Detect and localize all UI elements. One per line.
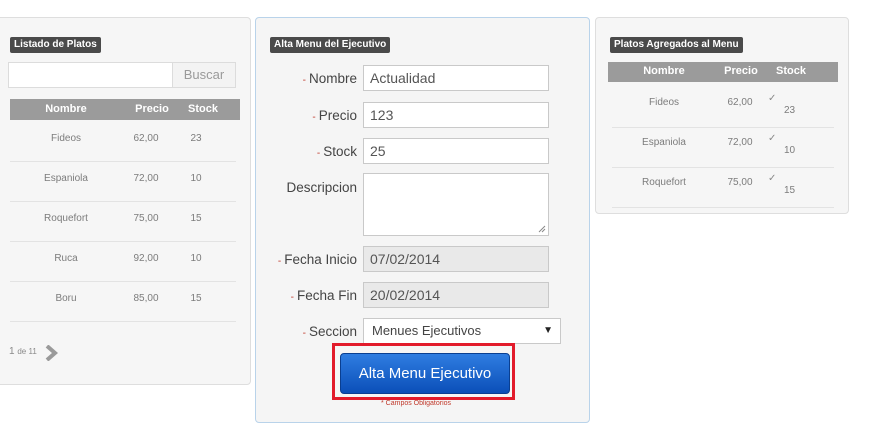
pagination-total: de 11 bbox=[17, 347, 37, 356]
cell-price: 72,00 bbox=[727, 137, 753, 148]
table-row[interactable]: Roquefort 75,00 15 bbox=[10, 202, 236, 242]
nombre-label: - Nombre bbox=[302, 71, 357, 86]
cell-stock: 10 bbox=[784, 145, 796, 156]
cell-price: 75,00 bbox=[133, 213, 159, 224]
cell-name: Fideos bbox=[648, 97, 679, 108]
search-input[interactable] bbox=[8, 62, 172, 88]
fecha-fin-field[interactable]: 20/02/2014 bbox=[363, 282, 549, 308]
cell-name: Roquefort bbox=[642, 177, 686, 188]
header-stock[interactable]: Stock bbox=[766, 62, 816, 81]
alta-menu-ejecutivo-button[interactable]: Alta Menu Ejecutivo bbox=[340, 353, 510, 394]
check-icon[interactable]: ✓ bbox=[768, 134, 776, 144]
cell-stock: 15 bbox=[190, 293, 202, 304]
stock-field[interactable]: 25 bbox=[363, 138, 549, 164]
table-row[interactable]: Fideos 62,00 ✓ 23 bbox=[612, 88, 834, 128]
cell-price: 62,00 bbox=[727, 97, 753, 108]
pagination-info: 1 de 11 bbox=[9, 346, 37, 357]
dish-table-header: Nombre Precio Stock bbox=[10, 99, 240, 120]
chevron-right-icon[interactable] bbox=[44, 345, 58, 361]
descripcion-label: Descripcion bbox=[286, 180, 357, 195]
header-price[interactable]: Precio bbox=[122, 99, 182, 120]
cell-stock: 23 bbox=[190, 133, 202, 144]
nombre-field[interactable]: Actualidad bbox=[363, 65, 549, 91]
cell-stock: 23 bbox=[784, 105, 796, 116]
fecha-inicio-label: - Fecha Inicio bbox=[277, 252, 357, 267]
table-row[interactable]: Roquefort 75,00 ✓ 15 bbox=[612, 168, 834, 208]
pagination-current: 1 bbox=[9, 346, 15, 357]
descripcion-textarea[interactable] bbox=[363, 173, 549, 236]
executive-menu-form-panel: Alta Menu del Ejecutivo - Nombre Actualid… bbox=[255, 17, 590, 423]
table-row[interactable]: Ruca 92,00 10 bbox=[10, 242, 236, 282]
stock-label: - Stock bbox=[316, 144, 357, 159]
header-name[interactable]: Nombre bbox=[10, 99, 122, 120]
form-title: Alta Menu del Ejecutivo bbox=[270, 37, 391, 53]
seccion-value: Menues Ejecutivos bbox=[372, 323, 482, 338]
precio-label: - Precio bbox=[312, 108, 357, 123]
added-table-header: Nombre Precio Stock bbox=[608, 62, 838, 82]
required-fields-note: * Campos Obligatorios bbox=[381, 400, 452, 407]
dish-list-title: Listado de Platos bbox=[10, 37, 101, 53]
header-name[interactable]: Nombre bbox=[608, 62, 720, 81]
check-icon[interactable]: ✓ bbox=[768, 94, 776, 104]
table-row[interactable]: Boru 85,00 15 bbox=[10, 282, 236, 322]
cell-name: Fideos bbox=[50, 133, 81, 144]
added-dishes-title: Platos Agregados al Menu bbox=[610, 37, 743, 53]
table-row[interactable]: Espaniola 72,00 10 bbox=[10, 162, 236, 202]
cell-name: Boru bbox=[55, 293, 77, 304]
header-stock[interactable]: Stock bbox=[178, 99, 228, 120]
search-button[interactable]: Buscar bbox=[172, 62, 236, 88]
seccion-select[interactable]: Menues Ejecutivos ▼ bbox=[363, 318, 561, 344]
cell-name: Espaniola bbox=[642, 137, 686, 148]
table-row[interactable]: Fideos 62,00 23 bbox=[10, 122, 236, 162]
cell-price: 75,00 bbox=[727, 177, 753, 188]
added-dishes-panel: Platos Agregados al Menu Nombre Precio S… bbox=[595, 17, 849, 214]
check-icon[interactable]: ✓ bbox=[768, 174, 776, 184]
cell-stock: 15 bbox=[190, 213, 202, 224]
table-row[interactable]: Espaniola 72,00 ✓ 10 bbox=[612, 128, 834, 168]
cell-price: 92,00 bbox=[133, 253, 159, 264]
cell-stock: 15 bbox=[784, 185, 796, 196]
fecha-inicio-field[interactable]: 07/02/2014 bbox=[363, 246, 549, 272]
cell-stock: 10 bbox=[190, 253, 202, 264]
cell-price: 85,00 bbox=[133, 293, 159, 304]
cell-name: Roquefort bbox=[44, 213, 88, 224]
dropdown-arrow-icon: ▼ bbox=[543, 325, 553, 336]
dish-list-panel: Listado de Platos Buscar Nombre Precio S… bbox=[0, 17, 251, 385]
resize-grip-icon[interactable] bbox=[538, 225, 546, 233]
cell-name: Espaniola bbox=[44, 173, 88, 184]
cell-price: 62,00 bbox=[133, 133, 159, 144]
precio-field[interactable]: 123 bbox=[363, 102, 549, 128]
fecha-fin-label: - Fecha Fin bbox=[290, 288, 357, 303]
cell-name: Ruca bbox=[54, 253, 78, 264]
cell-price: 72,00 bbox=[133, 173, 159, 184]
cell-stock: 10 bbox=[190, 173, 202, 184]
header-price[interactable]: Precio bbox=[718, 62, 764, 81]
seccion-label: - Seccion bbox=[302, 324, 357, 339]
